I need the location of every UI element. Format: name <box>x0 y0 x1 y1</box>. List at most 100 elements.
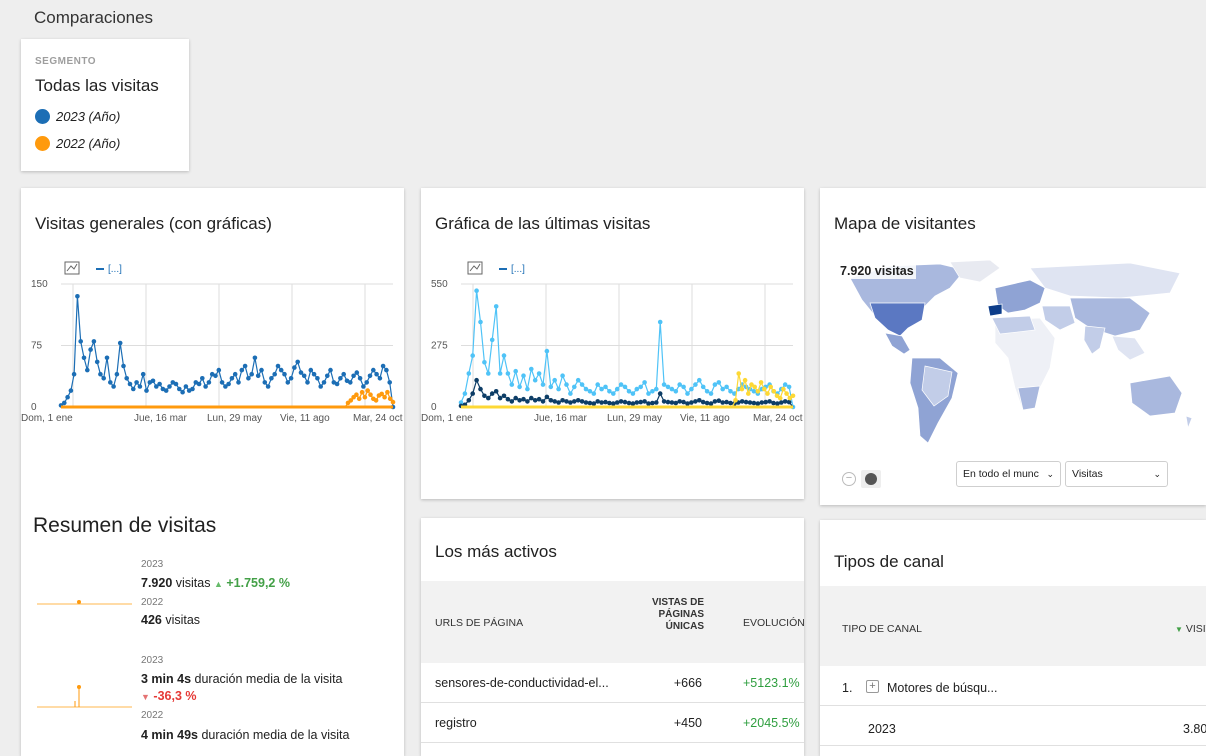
data-point[interactable] <box>196 381 202 387</box>
data-point[interactable] <box>338 376 343 381</box>
data-point[interactable] <box>278 367 284 373</box>
data-point[interactable] <box>144 388 149 393</box>
data-point[interactable] <box>285 380 291 385</box>
data-point[interactable] <box>677 399 682 404</box>
data-point[interactable] <box>377 376 383 381</box>
table-row[interactable]: 1. + Motores de búsqu... <box>820 666 1206 706</box>
data-point[interactable] <box>311 371 317 377</box>
data-point[interactable] <box>591 401 597 406</box>
data-point[interactable] <box>357 376 363 381</box>
data-point[interactable] <box>700 384 706 390</box>
data-point[interactable] <box>751 400 757 406</box>
data-point[interactable] <box>583 400 589 405</box>
data-point[interactable] <box>587 389 593 394</box>
data-point[interactable] <box>728 400 733 406</box>
data-point[interactable] <box>474 288 479 293</box>
data-point[interactable] <box>779 400 784 405</box>
data-point[interactable] <box>75 294 80 299</box>
data-point[interactable] <box>390 399 396 405</box>
period-legend-item[interactable]: 2022 (Año) <box>35 136 120 151</box>
data-point[interactable] <box>249 371 254 377</box>
chart-legend-text[interactable]: [...] <box>108 264 122 275</box>
chart-legend-text[interactable]: [...] <box>511 264 525 275</box>
table-row[interactable]: sensores-de-conductividad-el... +666 +51… <box>421 663 804 703</box>
data-point[interactable] <box>364 380 370 385</box>
data-point[interactable] <box>246 376 251 381</box>
data-point[interactable] <box>739 386 745 392</box>
data-point[interactable] <box>782 399 788 404</box>
data-point[interactable] <box>768 384 773 390</box>
data-point[interactable] <box>724 384 729 390</box>
data-point[interactable] <box>755 389 761 394</box>
data-point[interactable] <box>758 380 764 385</box>
page-url[interactable]: registro <box>435 716 477 730</box>
data-point[interactable] <box>634 400 640 405</box>
column-header[interactable]: VISTAS DE PÁGINAS ÚNICAS <box>628 597 704 633</box>
data-point[interactable] <box>200 376 205 381</box>
expand-icon[interactable]: + <box>866 680 879 693</box>
data-point[interactable] <box>65 394 70 400</box>
data-point[interactable] <box>646 391 651 396</box>
data-point[interactable] <box>325 373 330 379</box>
data-point[interactable] <box>564 399 569 404</box>
data-point[interactable] <box>78 339 83 344</box>
data-point[interactable] <box>712 399 718 404</box>
data-point[interactable] <box>634 386 640 392</box>
data-point[interactable] <box>669 386 675 392</box>
data-point[interactable] <box>505 396 511 402</box>
data-point[interactable] <box>669 400 675 405</box>
data-point[interactable] <box>466 398 472 403</box>
data-point[interactable] <box>374 371 379 377</box>
data-point[interactable] <box>497 371 503 376</box>
data-point[interactable] <box>650 400 655 406</box>
data-point[interactable] <box>746 391 751 396</box>
data-point[interactable] <box>239 367 245 373</box>
data-point[interactable] <box>693 382 698 387</box>
data-point[interactable] <box>654 400 659 405</box>
data-point[interactable] <box>315 376 320 381</box>
period-legend-item[interactable]: 2023 (Año) <box>35 109 120 124</box>
data-point[interactable] <box>572 384 577 390</box>
data-point[interactable] <box>308 367 314 373</box>
data-point[interactable] <box>618 382 624 387</box>
data-point[interactable] <box>265 384 271 389</box>
data-point[interactable] <box>275 363 281 369</box>
data-point[interactable] <box>173 381 179 387</box>
data-point[interactable] <box>771 389 777 394</box>
data-point[interactable] <box>548 398 554 403</box>
data-point[interactable] <box>371 367 376 373</box>
data-point[interactable] <box>646 401 651 406</box>
data-point[interactable] <box>482 360 487 365</box>
data-point[interactable] <box>470 391 475 396</box>
data-point[interactable] <box>216 367 222 373</box>
data-point[interactable] <box>599 400 604 405</box>
data-point[interactable] <box>544 394 550 400</box>
data-point[interactable] <box>117 340 123 346</box>
data-point[interactable] <box>650 389 655 394</box>
data-point[interactable] <box>262 380 268 385</box>
data-point[interactable] <box>689 400 694 405</box>
data-point[interactable] <box>255 373 261 379</box>
data-point[interactable] <box>348 380 353 385</box>
data-point[interactable] <box>478 386 483 392</box>
data-point[interactable] <box>525 386 530 392</box>
data-point[interactable] <box>540 399 546 404</box>
data-point[interactable] <box>599 386 604 392</box>
data-point[interactable] <box>354 370 360 375</box>
data-point[interactable] <box>607 400 612 406</box>
data-point[interactable] <box>341 371 347 377</box>
data-point[interactable] <box>782 382 788 387</box>
data-point[interactable] <box>626 400 632 406</box>
chart-type-icon[interactable] <box>64 261 80 275</box>
data-point[interactable] <box>525 399 530 404</box>
data-point[interactable] <box>226 381 231 387</box>
data-point[interactable] <box>556 400 561 405</box>
data-point[interactable] <box>560 398 565 403</box>
data-point[interactable] <box>163 388 169 393</box>
data-point[interactable] <box>685 401 690 406</box>
data-point[interactable] <box>568 391 573 396</box>
data-point[interactable] <box>532 377 538 383</box>
data-point[interactable] <box>595 382 600 387</box>
data-point[interactable] <box>603 399 608 405</box>
data-point[interactable] <box>560 373 565 378</box>
